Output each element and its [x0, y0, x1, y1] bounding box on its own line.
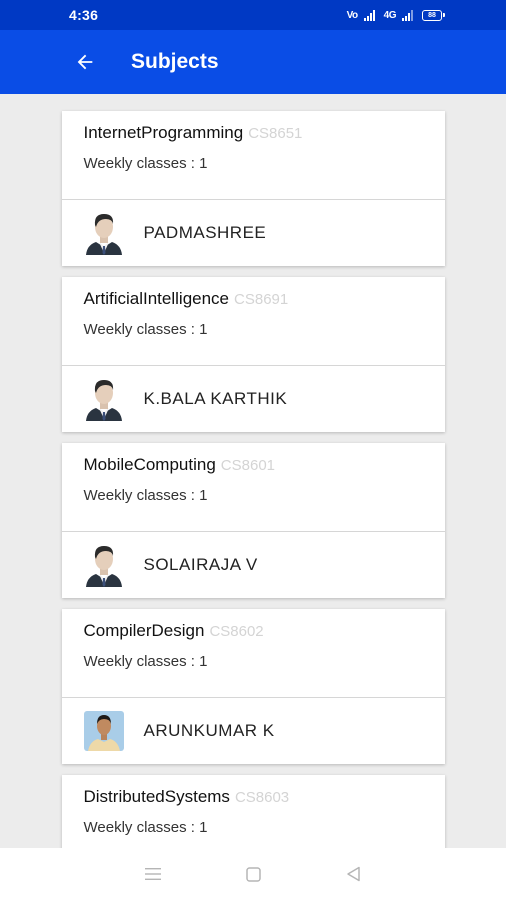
- subject-header: DistributedSystems CS8603 Weekly classes …: [62, 775, 445, 848]
- arrow-left-icon: [77, 54, 93, 70]
- triangle-back-icon: [346, 866, 360, 882]
- battery-icon: 88: [422, 9, 445, 21]
- teacher-name: SOLAIRAJA V: [143, 555, 258, 574]
- subject-name: MobileComputing: [83, 455, 216, 474]
- subject-code: CS8602: [209, 623, 264, 640]
- subject-name: DistributedSystems: [83, 787, 230, 806]
- subject-code: CS8603: [234, 789, 290, 806]
- subject-card[interactable]: MobileComputing CS8601 Weekly classes : 1…: [61, 443, 445, 598]
- subject-card[interactable]: ArtificialIntelligence CS8691 Weekly clas…: [61, 277, 445, 432]
- teacher-row[interactable]: ARUNKUMAR K: [62, 698, 445, 764]
- signal-bars-icon-2: [402, 9, 413, 21]
- subject-header: ArtificialIntelligence CS8691 Weekly clas…: [61, 277, 445, 366]
- subject-card[interactable]: CompilerDesign CS8602 Weekly classes : 1 …: [61, 609, 445, 764]
- subject-card[interactable]: InternetProgramming CS8651 Weekly classes…: [61, 111, 445, 266]
- page-title: Subjects: [131, 50, 219, 73]
- male-avatar-icon: [85, 214, 122, 255]
- subject-name: InternetProgramming: [83, 123, 244, 142]
- weekly-classes: Weekly classes : 1: [83, 653, 208, 670]
- weekly-classes: Weekly classes : 1: [83, 487, 208, 504]
- photo-avatar: [83, 711, 124, 751]
- subject-code: CS8691: [234, 291, 289, 308]
- system-nav-bar: [0, 848, 506, 900]
- subject-name: CompilerDesign: [83, 621, 205, 640]
- weekly-classes: Weekly classes : 1: [83, 321, 208, 338]
- square-home-icon: [245, 866, 261, 882]
- status-icons: Vo 4G 88: [346, 9, 445, 21]
- app-bar: Subjects: [0, 30, 506, 94]
- weekly-classes: Weekly classes : 1: [83, 819, 208, 836]
- back-button[interactable]: [61, 38, 109, 86]
- status-time: 4:36: [69, 7, 99, 23]
- teacher-name: ARUNKUMAR K: [143, 721, 275, 740]
- male-avatar-icon: [85, 380, 122, 421]
- system-back-button[interactable]: [333, 854, 373, 894]
- subject-code: CS8601: [220, 457, 276, 474]
- network-type-icon: 4G: [383, 9, 397, 21]
- menu-icon: [145, 868, 161, 880]
- male-avatar-icon: [85, 546, 122, 587]
- subject-card[interactable]: DistributedSystems CS8603 Weekly classes …: [61, 775, 445, 848]
- teacher-row[interactable]: PADMASHREE: [62, 200, 445, 266]
- subject-header: MobileComputing CS8601 Weekly classes : 1: [61, 443, 445, 532]
- subject-code: CS8651: [248, 125, 303, 142]
- subject-name: ArtificialIntelligence: [83, 289, 230, 308]
- subject-header: CompilerDesign CS8602 Weekly classes : 1: [61, 609, 445, 698]
- weekly-classes: Weekly classes : 1: [83, 155, 208, 172]
- status-bar: 4:36 Vo 4G 88: [0, 0, 506, 30]
- teacher-name: K.BALA KARTHIK: [143, 389, 288, 408]
- teacher-name: PADMASHREE: [143, 223, 267, 242]
- home-button[interactable]: [233, 854, 273, 894]
- signal-bars-icon: [363, 9, 375, 21]
- subject-list[interactable]: InternetProgramming CS8651 Weekly classes…: [0, 94, 506, 848]
- subject-header: InternetProgramming CS8651 Weekly classes…: [61, 111, 445, 200]
- volte-signal-icon: Vo: [346, 9, 359, 21]
- recents-button[interactable]: [133, 854, 173, 894]
- teacher-row[interactable]: K.BALA KARTHIK: [62, 366, 445, 432]
- teacher-row[interactable]: SOLAIRAJA V: [62, 532, 445, 598]
